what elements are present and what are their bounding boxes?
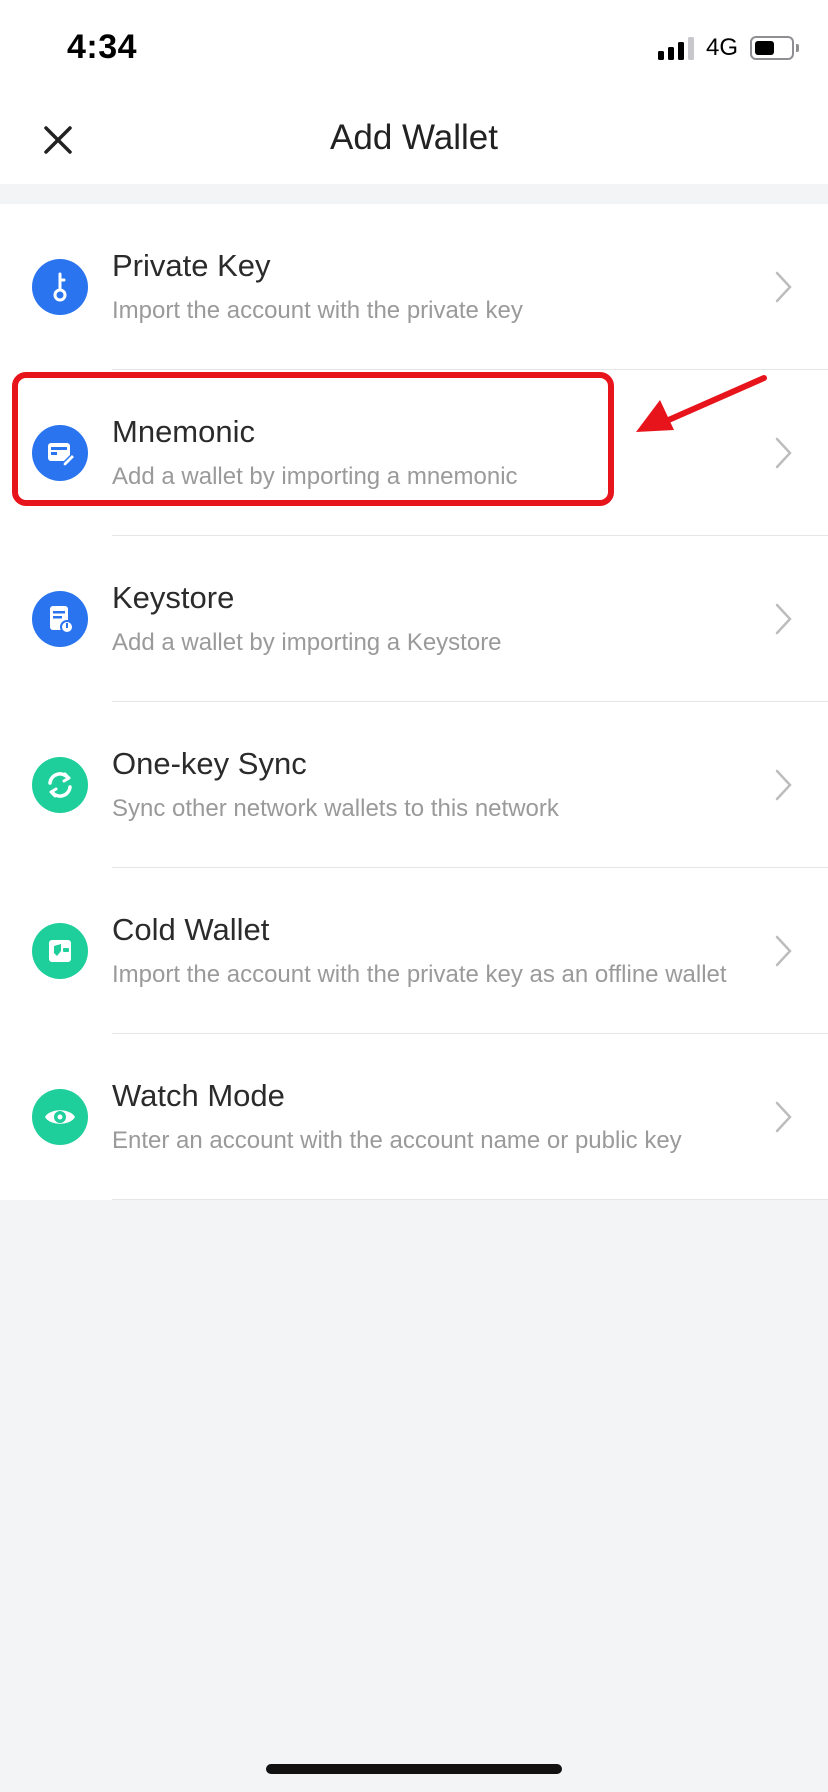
option-cold-wallet[interactable]: Cold Wallet Import the account with the …: [0, 868, 828, 1034]
eye-icon: [32, 1089, 88, 1145]
page-title: Add Wallet: [330, 118, 498, 157]
battery-icon: [750, 36, 799, 60]
option-subtitle: Import the account with the private key: [112, 297, 523, 324]
option-title: One-key Sync: [112, 746, 307, 781]
chevron-right-icon: [775, 603, 792, 635]
option-subtitle: Add a wallet by importing a mnemonic: [112, 463, 518, 490]
chevron-right-icon: [775, 1101, 792, 1133]
option-title: Watch Mode: [112, 1078, 285, 1113]
option-private-key[interactable]: Private Key Import the account with the …: [0, 204, 828, 370]
chevron-right-icon: [775, 437, 792, 469]
key-icon: [32, 259, 88, 315]
option-subtitle: Import the account with the private key …: [112, 961, 727, 988]
cold-wallet-icon: [32, 923, 88, 979]
wallet-option-list: Private Key Import the account with the …: [0, 204, 828, 1200]
option-title: Cold Wallet: [112, 912, 270, 947]
option-subtitle: Enter an account with the account name o…: [112, 1127, 682, 1154]
option-subtitle: Sync other network wallets to this netwo…: [112, 795, 559, 822]
status-icons: 4G: [657, 34, 799, 62]
option-title: Keystore: [112, 580, 235, 615]
chevron-right-icon: [775, 769, 792, 801]
chevron-right-icon: [775, 935, 792, 967]
option-watch-mode[interactable]: Watch Mode Enter an account with the acc…: [0, 1034, 828, 1200]
option-one-key-sync[interactable]: One-key Sync Sync other network wallets …: [0, 702, 828, 868]
chevron-right-icon: [775, 271, 792, 303]
status-time: 4:34: [67, 28, 138, 66]
option-subtitle: Add a wallet by importing a Keystore: [112, 629, 502, 656]
option-mnemonic[interactable]: Mnemonic Add a wallet by importing a mne…: [0, 370, 828, 536]
signal-icon: [657, 36, 694, 60]
option-title: Mnemonic: [112, 414, 255, 449]
option-keystore[interactable]: Keystore Add a wallet by importing a Key…: [0, 536, 828, 702]
sync-icon: [32, 757, 88, 813]
home-indicator: [266, 1764, 562, 1774]
mnemonic-icon: [32, 425, 88, 481]
divider: [112, 1199, 828, 1200]
option-title: Private Key: [112, 248, 271, 283]
status-bar: 4:34 4G: [0, 0, 828, 94]
header: Add Wallet: [0, 94, 828, 184]
keystore-icon: [32, 591, 88, 647]
network-label: 4G: [705, 34, 738, 61]
